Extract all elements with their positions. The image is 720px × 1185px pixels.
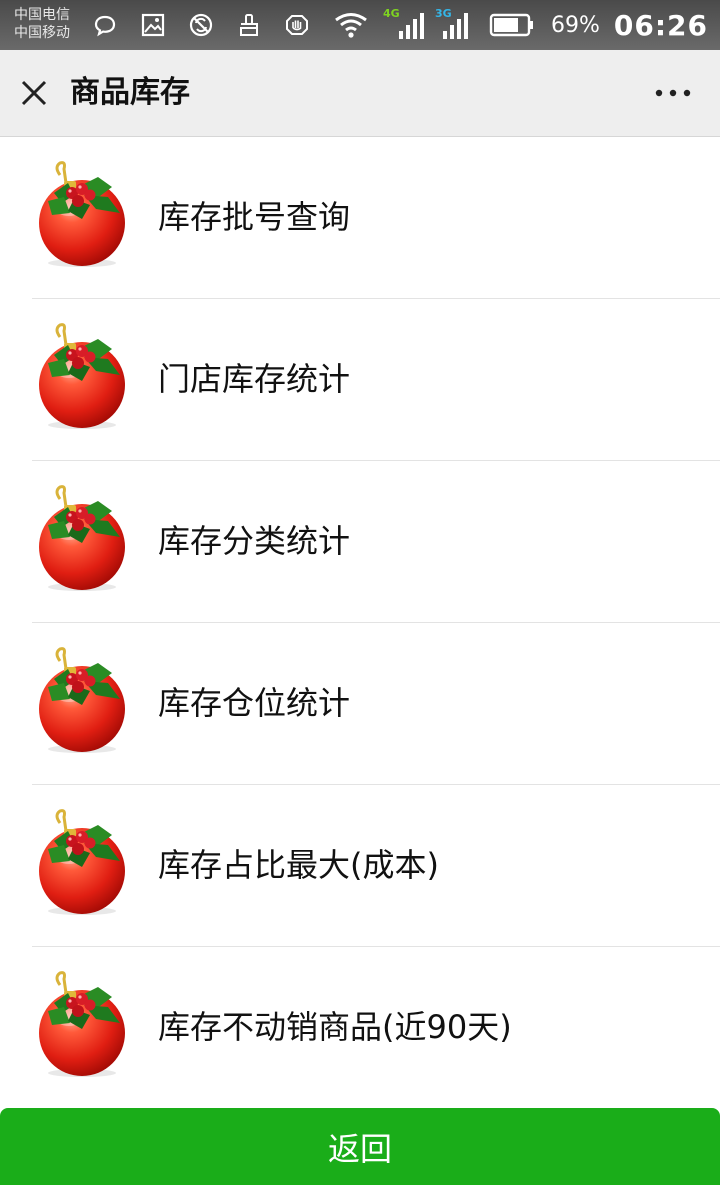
menu-item-label: 库存不动销商品(近90天) [158, 1008, 512, 1046]
menu-item-batch-query[interactable]: 库存批号查询 [32, 137, 720, 299]
menu-item-location-stats[interactable]: 库存仓位统计 [32, 623, 720, 785]
status-right: 4G 3G 69% 06:26 [333, 0, 708, 50]
status-bar: 中国电信 中国移动 4G 3G 69% 06:26 [0, 0, 720, 50]
battery-level: 69% [550, 12, 600, 38]
menu-list: 库存批号查询 门店库存统计 库存分类统计 库存仓位统计 库存占比最大(成本) 库… [0, 137, 720, 1108]
close-icon [21, 80, 47, 106]
carrier-2: 中国移动 [14, 25, 70, 41]
blocked-sync-icon [189, 13, 213, 37]
wifi-icon [335, 13, 367, 38]
more-dots-icon [655, 89, 691, 97]
signal-4g-icon: 4G [383, 7, 429, 41]
menu-item-category-stats[interactable]: 库存分类统计 [32, 461, 720, 623]
menu-item-label: 库存分类统计 [158, 522, 351, 560]
clean-brush-icon [240, 14, 258, 36]
christmas-ornament-icon [34, 971, 130, 1081]
christmas-ornament-icon [34, 809, 130, 919]
more-button[interactable] [648, 73, 698, 113]
menu-item-label: 门店库存统计 [158, 360, 351, 398]
title-bar: 商品库存 [0, 50, 720, 137]
carrier-info: 中国电信 中国移动 [14, 6, 70, 42]
christmas-ornament-icon [34, 323, 130, 433]
menu-item-largest-share[interactable]: 库存占比最大(成本) [32, 785, 720, 947]
back-button[interactable]: 返回 [0, 1108, 720, 1185]
christmas-ornament-icon [34, 485, 130, 595]
menu-item-label: 库存仓位统计 [158, 684, 351, 722]
chat-bubble-icon [94, 15, 116, 37]
menu-item-label: 库存占比最大(成本) [158, 846, 439, 884]
signal-3g-icon: 3G [435, 7, 481, 41]
christmas-ornament-icon [34, 647, 130, 757]
image-icon [141, 13, 165, 37]
christmas-ornament-icon [34, 161, 130, 271]
battery-icon [489, 13, 533, 37]
menu-item-slow-moving[interactable]: 库存不动销商品(近90天) [32, 947, 720, 1108]
clock: 06:26 [613, 8, 708, 42]
menu-item-store-stock[interactable]: 门店库存统计 [32, 299, 720, 461]
menu-item-label: 库存批号查询 [158, 198, 351, 236]
hand-stop-icon [286, 15, 308, 35]
carrier-1: 中国电信 [14, 7, 70, 23]
page-title: 商品库存 [70, 75, 190, 110]
close-button[interactable] [14, 73, 54, 113]
